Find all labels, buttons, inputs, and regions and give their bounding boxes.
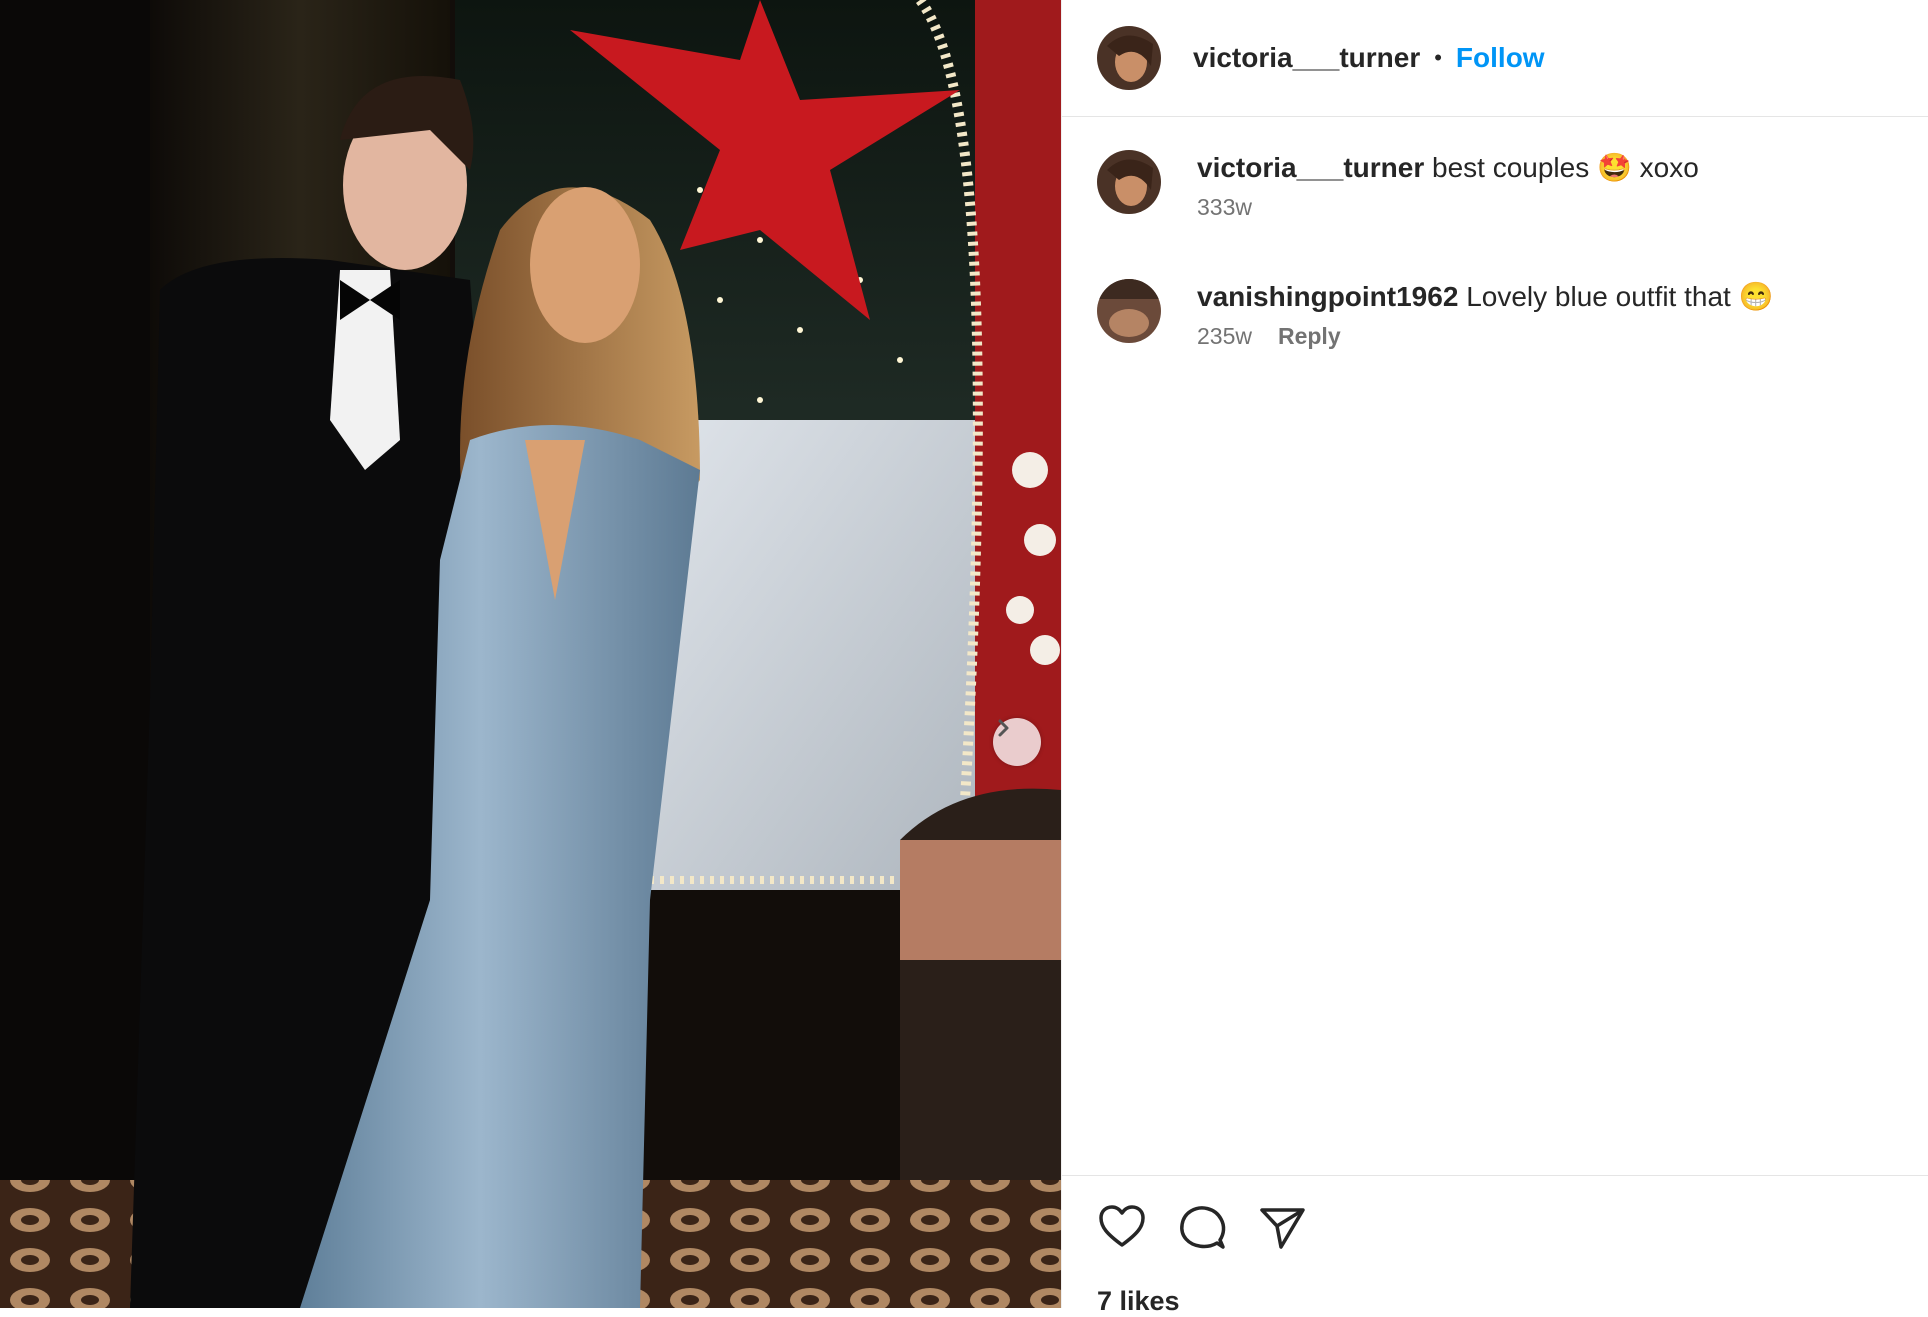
avatar[interactable]: [1097, 279, 1161, 343]
comment-item: victoria___turner best couples 🤩 xoxo 33…: [1097, 150, 1699, 221]
comment-username[interactable]: vanishingpoint1962: [1197, 281, 1458, 312]
comment-item: vanishingpoint1962 Lovely blue outfit th…: [1097, 279, 1773, 350]
heart-icon: [1099, 1205, 1145, 1247]
reply-button[interactable]: Reply: [1278, 323, 1341, 350]
avatar[interactable]: [1097, 26, 1161, 90]
comment-icon: [1180, 1206, 1226, 1249]
post-side-panel: victoria___turner • Follow victoria___tu…: [1061, 0, 1928, 1316]
comment-button[interactable]: [1177, 1202, 1227, 1252]
share-icon: [1260, 1208, 1305, 1249]
comment-text: best couples 🤩 xoxo: [1432, 152, 1699, 183]
comment-time[interactable]: 235w: [1197, 323, 1252, 350]
share-button[interactable]: [1257, 1202, 1307, 1252]
follow-button[interactable]: Follow: [1456, 42, 1545, 74]
likes-count[interactable]: 7 likes: [1097, 1286, 1180, 1317]
next-image-button[interactable]: [993, 718, 1041, 766]
comment-username[interactable]: victoria___turner: [1197, 152, 1424, 183]
chevron-right-icon: [998, 719, 1009, 737]
action-bar: 7 likes: [1062, 1175, 1928, 1316]
avatar[interactable]: [1097, 150, 1161, 214]
separator-dot: •: [1434, 45, 1442, 70]
comment-time[interactable]: 333w: [1197, 194, 1252, 221]
like-button[interactable]: [1097, 1202, 1147, 1252]
post-header: victoria___turner • Follow: [1062, 0, 1928, 117]
comment-text: Lovely blue outfit that 😁: [1466, 281, 1774, 312]
post-username[interactable]: victoria___turner: [1193, 42, 1420, 74]
post-photo[interactable]: [0, 0, 1061, 1308]
photo-image: [0, 0, 1061, 1308]
